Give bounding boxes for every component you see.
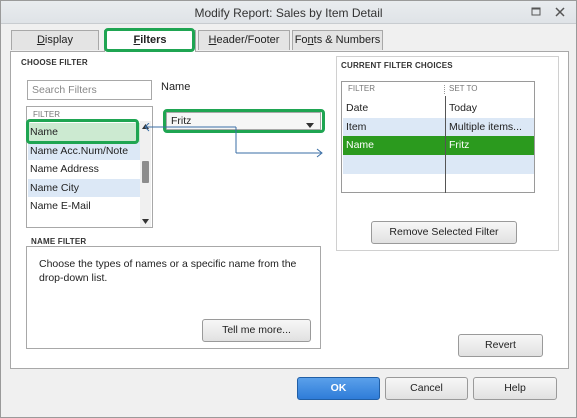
filter-list-item[interactable]: Name E-Mail xyxy=(28,197,140,216)
filter-list-header: FILTER xyxy=(33,110,60,119)
filter-list-item[interactable]: Name Acc.Num/Note xyxy=(28,141,140,160)
tab-filters[interactable]: Filters xyxy=(104,30,196,52)
row-set-to: Multiple items... xyxy=(449,121,522,133)
revert-button[interactable]: Revert xyxy=(458,334,543,357)
tab-display[interactable]: Display xyxy=(11,30,99,50)
filter-value-label: Name xyxy=(161,81,191,93)
row-filter: Item xyxy=(346,121,367,133)
help-button[interactable]: Help xyxy=(473,377,557,400)
current-filter-choices-heading: CURRENT FILTER CHOICES xyxy=(341,61,453,70)
table-row[interactable]: Date Today xyxy=(343,99,534,118)
modify-report-dialog: Modify Report: Sales by Item Detail Disp… xyxy=(0,0,577,418)
scroll-down-icon[interactable] xyxy=(140,216,151,227)
row-set-to: Fritz xyxy=(449,139,470,151)
row-filter: Name xyxy=(346,139,375,151)
ok-button[interactable]: OK xyxy=(297,377,380,400)
cancel-button[interactable]: Cancel xyxy=(385,377,468,400)
current-filters-table: FILTER SET TO Date Today Item Multiple i… xyxy=(341,81,535,193)
arrow-icon xyxy=(144,123,323,158)
remove-selected-filter-button[interactable]: Remove Selected Filter xyxy=(371,221,517,244)
filter-list: FILTER Name Name Acc.Num/Note Name Addre… xyxy=(26,106,153,228)
row-set-to: Today xyxy=(449,102,478,114)
filter-list-item[interactable]: Name City xyxy=(28,178,140,197)
column-divider xyxy=(445,96,446,193)
column-separator xyxy=(444,85,446,94)
tell-me-more-button[interactable]: Tell me more... xyxy=(202,319,311,342)
filter-list-item[interactable]: Name xyxy=(28,123,140,142)
row-filter: Date xyxy=(346,102,369,114)
filter-list-items: Name Name Acc.Num/Note Name Address Name… xyxy=(28,123,140,216)
tab-fonts-numbers[interactable]: Fonts & Numbers xyxy=(292,30,383,50)
table-row-empty xyxy=(343,155,534,174)
table-row-selected[interactable]: Name Fritz xyxy=(343,136,534,155)
column-header-set-to: SET TO xyxy=(449,84,478,93)
search-filters-input[interactable]: Search Filters xyxy=(27,80,152,100)
choose-filter-heading: CHOOSE FILTER xyxy=(21,58,88,67)
column-header-filter: FILTER xyxy=(348,84,375,93)
scroll-thumb[interactable] xyxy=(142,161,149,183)
tab-header-footer[interactable]: Header/Footer xyxy=(198,30,290,50)
title-bar: Modify Report: Sales by Item Detail xyxy=(1,1,576,24)
name-filter-heading: NAME FILTER xyxy=(31,237,87,246)
restore-icon[interactable] xyxy=(530,6,542,18)
close-icon[interactable] xyxy=(554,6,566,18)
name-filter-help-text: Choose the types of names or a specific … xyxy=(39,258,297,284)
table-row[interactable]: Item Multiple items... xyxy=(343,118,534,137)
filter-list-item[interactable]: Name Address xyxy=(28,160,140,179)
window-title: Modify Report: Sales by Item Detail xyxy=(194,6,383,20)
